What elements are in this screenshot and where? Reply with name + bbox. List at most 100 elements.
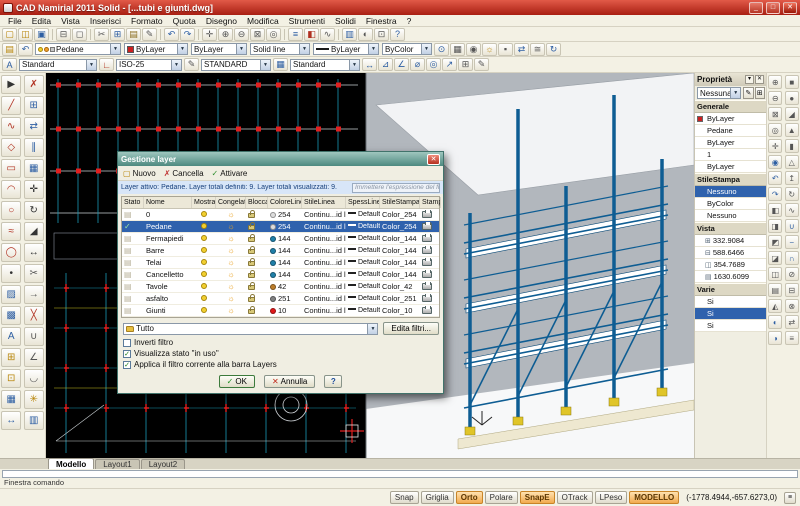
- lineweight-combo[interactable]: ByLayer: [313, 43, 379, 55]
- layer-row[interactable]: Tavole 42 Continu...id line Default Colo…: [122, 281, 439, 293]
- solid-cone-icon[interactable]: ▲: [785, 123, 799, 137]
- solid-pyramid-icon[interactable]: △: [785, 155, 799, 169]
- solid-box-icon[interactable]: ■: [785, 75, 799, 89]
- view-redo-icon[interactable]: ↷: [768, 187, 782, 201]
- chevron-down-icon[interactable]: [368, 44, 378, 54]
- layer-color[interactable]: 144: [268, 246, 302, 255]
- layer-plotstyle[interactable]: Color_144: [380, 270, 420, 279]
- layer-lineweight[interactable]: Default: [346, 211, 380, 218]
- layer-linestyle[interactable]: Continu...id line: [302, 294, 346, 303]
- view-right-icon[interactable]: ◪: [768, 251, 782, 265]
- zoom-window-icon[interactable]: ⊠: [768, 107, 782, 121]
- tolerance-icon[interactable]: ⊞: [458, 58, 473, 71]
- dim-radius-icon[interactable]: ⌀: [410, 58, 425, 71]
- property-row[interactable]: ByLayer: [695, 137, 766, 149]
- printer-icon[interactable]: [422, 259, 432, 266]
- solid-cylinder-icon[interactable]: ▮: [785, 139, 799, 153]
- lock-icon[interactable]: [248, 297, 255, 302]
- layer-color[interactable]: 144: [268, 270, 302, 279]
- break-icon[interactable]: ╳: [24, 306, 44, 325]
- layer-lineweight[interactable]: Default: [346, 283, 380, 290]
- layer-color[interactable]: 42: [268, 282, 302, 291]
- rotate-icon[interactable]: ↻: [24, 201, 44, 220]
- property-row[interactable]: Si: [695, 320, 766, 332]
- layer-row[interactable]: Telai 144 Continu...id line Default Colo…: [122, 257, 439, 269]
- copy-icon[interactable]: ⊞: [110, 28, 125, 41]
- layer-color[interactable]: 254: [268, 222, 302, 231]
- layer-plotstyle[interactable]: Color_144: [380, 258, 420, 267]
- point-icon[interactable]: •: [1, 264, 21, 283]
- printer-icon[interactable]: [422, 247, 432, 254]
- ellipse-icon[interactable]: ◯: [1, 243, 21, 262]
- layer-color[interactable]: 144: [268, 258, 302, 267]
- object-properties-icon[interactable]: ▥: [24, 411, 44, 430]
- view-undo-icon[interactable]: ↶: [768, 171, 782, 185]
- align-3d-icon[interactable]: ≡: [785, 331, 799, 345]
- select-objects-icon[interactable]: [755, 87, 765, 99]
- zoom-realtime-icon[interactable]: ⊕: [218, 28, 233, 41]
- section-header-view[interactable]: Vista: [695, 222, 766, 235]
- undo-icon[interactable]: ↶: [164, 28, 179, 41]
- layer-plotstyle[interactable]: Color_251: [380, 294, 420, 303]
- layer-linestyle[interactable]: Continu...id line: [302, 282, 346, 291]
- layer-linestyle[interactable]: Continu...id line: [302, 210, 346, 219]
- region-icon[interactable]: ▩: [1, 306, 21, 325]
- pointer-icon[interactable]: ▶: [1, 75, 21, 94]
- column-header[interactable]: Blocca: [246, 197, 268, 208]
- help-button[interactable]: ?: [324, 375, 342, 388]
- print-icon[interactable]: ⊟: [56, 28, 71, 41]
- printer-icon[interactable]: [422, 283, 432, 290]
- show-icon[interactable]: [201, 223, 207, 229]
- match-properties-icon[interactable]: ✎: [142, 28, 157, 41]
- menu-item[interactable]: Modifica: [242, 16, 284, 26]
- lock-icon[interactable]: [248, 309, 255, 314]
- layer-plotstyle[interactable]: Color_254: [380, 210, 420, 219]
- cut-icon[interactable]: ✂: [94, 28, 109, 41]
- sweep-icon[interactable]: ∿: [785, 203, 799, 217]
- subtract-icon[interactable]: −: [785, 235, 799, 249]
- style-combo[interactable]: Standard: [19, 59, 97, 71]
- panel-pin-icon[interactable]: [745, 75, 754, 84]
- chevron-down-icon[interactable]: [177, 44, 187, 54]
- properties-icon[interactable]: ▥: [342, 28, 357, 41]
- leader-icon[interactable]: ↗: [442, 58, 457, 71]
- property-row[interactable]: Nessuno: [695, 186, 766, 198]
- union-icon[interactable]: ∪: [785, 219, 799, 233]
- layer-lineweight[interactable]: Default: [346, 295, 380, 302]
- layer-restore-icon[interactable]: ↻: [546, 43, 561, 56]
- minimize-button[interactable]: _: [749, 2, 763, 14]
- layer-name[interactable]: Fermapiedi: [144, 234, 192, 243]
- block-icon[interactable]: ⊞: [1, 348, 21, 367]
- lock-icon[interactable]: [248, 225, 255, 230]
- layer-plotstyle[interactable]: Color_10: [380, 306, 420, 315]
- freeze-icon[interactable]: [227, 306, 234, 315]
- filter-expression-input[interactable]: Immettere l'espressione del filtro.: [352, 183, 440, 193]
- named-views-icon[interactable]: ⊡: [374, 28, 389, 41]
- lock-icon[interactable]: [248, 237, 255, 242]
- line-icon[interactable]: ╱: [1, 96, 21, 115]
- slice-icon[interactable]: ⊘: [785, 267, 799, 281]
- layer-row[interactable]: Barre 144 Continu...id line Default Colo…: [122, 245, 439, 257]
- paste-icon[interactable]: ▤: [126, 28, 141, 41]
- extrude-icon[interactable]: ↥: [785, 171, 799, 185]
- view-top-icon[interactable]: ◧: [768, 203, 782, 217]
- status-toggle[interactable]: OTrack: [557, 491, 593, 504]
- chevron-down-icon[interactable]: [171, 60, 181, 70]
- layout-tab[interactable]: Layout1: [95, 459, 139, 469]
- chevron-down-icon[interactable]: [421, 44, 431, 54]
- layout-tab[interactable]: Layout2: [141, 459, 185, 469]
- layer-lineweight[interactable]: Default: [346, 307, 380, 314]
- scale-icon[interactable]: ◢: [24, 222, 44, 241]
- layer-name[interactable]: Barre: [144, 246, 192, 255]
- join-icon[interactable]: ∪: [24, 327, 44, 346]
- status-toggle[interactable]: LPeso: [595, 491, 628, 504]
- panel-close-icon[interactable]: [755, 75, 764, 84]
- menu-item[interactable]: Vista: [56, 16, 85, 26]
- printer-icon[interactable]: [422, 307, 432, 314]
- property-row[interactable]: ByLayer: [695, 113, 766, 125]
- dim-diameter-icon[interactable]: ◎: [426, 58, 441, 71]
- printer-icon[interactable]: [422, 223, 432, 230]
- status-menu-icon[interactable]: [784, 492, 796, 504]
- layer-row[interactable]: asfalto 251 Continu...id line Default Co…: [122, 293, 439, 305]
- array-icon[interactable]: ▦: [24, 159, 44, 178]
